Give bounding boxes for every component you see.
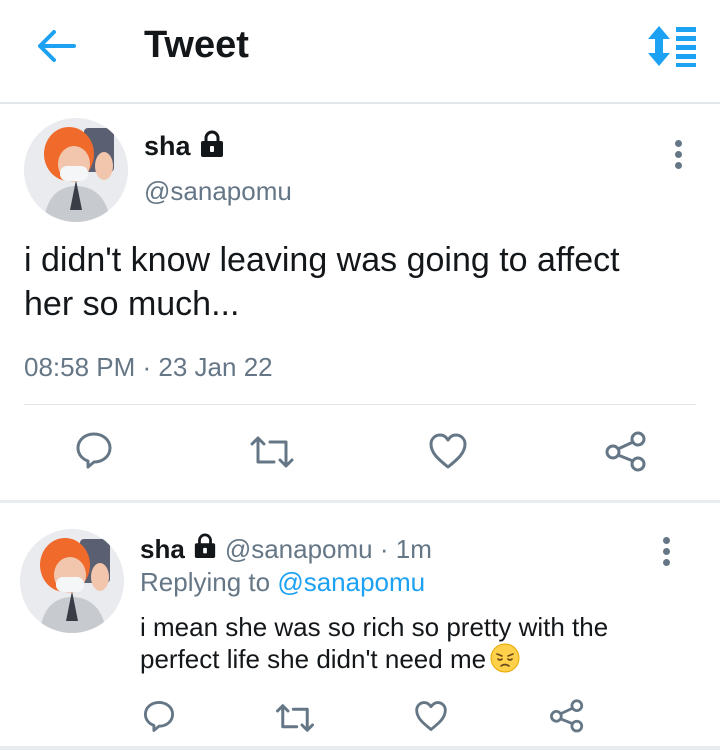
replying-to-link[interactable]: @sanapomu bbox=[277, 567, 425, 597]
sort-button[interactable] bbox=[646, 24, 698, 68]
pensive-face-emoji bbox=[490, 643, 520, 680]
back-button[interactable] bbox=[34, 26, 78, 66]
author-name[interactable]: sha bbox=[144, 131, 191, 162]
like-icon bbox=[429, 433, 467, 469]
reply-icon bbox=[143, 700, 175, 732]
tweet-text-line: her so much... bbox=[24, 285, 240, 323]
sort-updown-icon bbox=[648, 26, 696, 67]
reply-button[interactable] bbox=[142, 699, 176, 738]
more-dot bbox=[674, 162, 682, 169]
avatar[interactable] bbox=[24, 118, 128, 222]
more-dot bbox=[662, 548, 670, 555]
tweet-text-line-2: perfect life she didn't need me bbox=[140, 643, 700, 680]
author-handle[interactable]: @sanapomu bbox=[144, 176, 292, 207]
share-icon bbox=[550, 699, 584, 733]
replying-to-label: Replying to bbox=[140, 567, 278, 597]
share-button[interactable] bbox=[604, 430, 648, 477]
tweet-text: i didn't know leaving was going to affec… bbox=[24, 238, 684, 326]
profile-photo bbox=[24, 118, 128, 222]
like-icon bbox=[415, 701, 447, 731]
meta-separator: · bbox=[372, 534, 396, 564]
main-tweet: sha @sanapomu i didn't know leaving was … bbox=[0, 104, 720, 500]
meta-separator: · bbox=[135, 352, 159, 382]
replying-to: Replying to @sanapomu bbox=[140, 567, 425, 598]
tweet-time: 08:58 PM bbox=[24, 352, 136, 382]
lock-icon bbox=[199, 130, 225, 163]
lock-icon bbox=[193, 533, 217, 566]
share-button[interactable] bbox=[549, 698, 585, 738]
tweet-text-span: perfect life she didn't need me bbox=[140, 644, 487, 674]
tweet-text-line: i mean she was so rich so pretty with th… bbox=[140, 612, 609, 642]
author-row: sha bbox=[144, 130, 225, 163]
reply-icon bbox=[76, 432, 112, 469]
page-title: Tweet bbox=[144, 24, 249, 66]
reply-author-row: sha @sanapomu · 1m bbox=[140, 533, 432, 566]
tweet-timestamp: 08:58 PM · 23 Jan 22 bbox=[24, 352, 273, 383]
more-dot bbox=[674, 140, 682, 147]
more-dot bbox=[674, 151, 682, 158]
reply-tweet[interactable]: sha @sanapomu · 1m Replying to @sanapomu… bbox=[0, 503, 720, 750]
divider bbox=[24, 404, 696, 405]
author-name[interactable]: sha bbox=[140, 534, 185, 565]
arrow-left-icon bbox=[38, 30, 76, 62]
bottom-divider bbox=[0, 746, 720, 750]
share-icon bbox=[605, 431, 646, 472]
retweet-icon bbox=[276, 704, 314, 732]
retweet-button[interactable] bbox=[274, 702, 316, 739]
tweet-text-line: i didn't know leaving was going to affec… bbox=[24, 241, 620, 279]
like-button[interactable] bbox=[428, 432, 468, 475]
more-options-button[interactable] bbox=[668, 136, 688, 176]
tweet-date: 23 Jan 22 bbox=[158, 352, 273, 382]
more-dot bbox=[662, 537, 670, 544]
tweet-age: 1m bbox=[395, 534, 432, 564]
more-options-button[interactable] bbox=[656, 533, 676, 573]
reply-button[interactable] bbox=[74, 430, 114, 475]
retweet-icon bbox=[250, 436, 294, 468]
author-handle[interactable]: @sanapomu bbox=[225, 534, 373, 565]
profile-photo bbox=[20, 529, 124, 633]
top-bar: Tweet bbox=[0, 0, 720, 104]
more-dot bbox=[662, 559, 670, 566]
like-button[interactable] bbox=[414, 700, 448, 737]
avatar[interactable] bbox=[20, 529, 124, 633]
tweet-text: i mean she was so rich so pretty with th… bbox=[140, 611, 700, 680]
retweet-button[interactable] bbox=[248, 434, 296, 475]
